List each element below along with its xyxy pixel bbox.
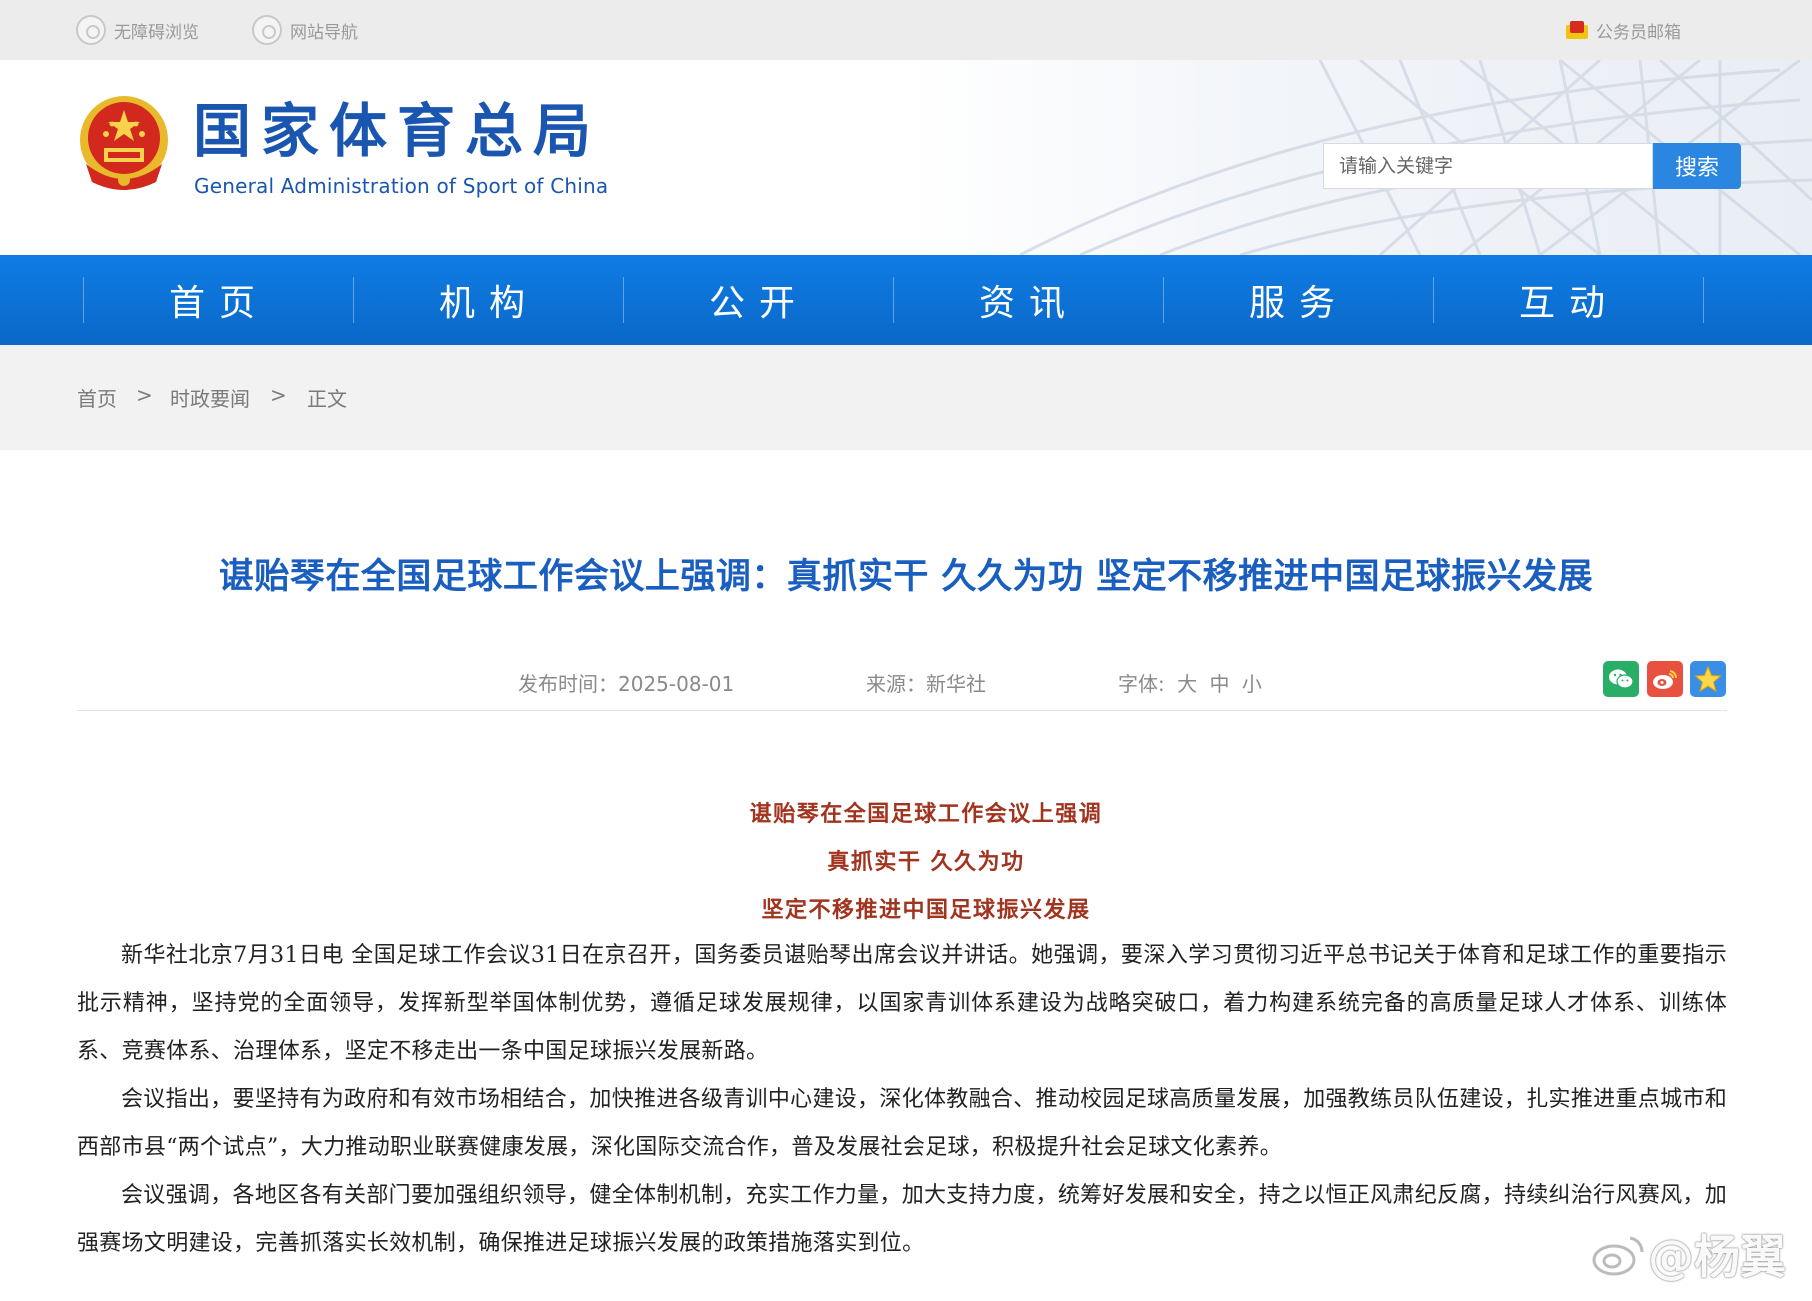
accessibility-icon (76, 15, 106, 45)
share-wechat-button[interactable] (1603, 661, 1639, 697)
share-favorite-button[interactable] (1690, 661, 1726, 697)
accessibility-link[interactable]: 无障碍浏览 (76, 15, 199, 45)
accessibility-label: 无障碍浏览 (114, 22, 199, 43)
font-size-label: 字体: (1118, 672, 1165, 696)
font-small-option[interactable]: 小 (1242, 672, 1262, 696)
article-subheading: 坚定不移推进中国足球振兴发展 (761, 897, 1091, 923)
site-subtitle-en: General Administration of Sport of China (194, 174, 609, 198)
search-button[interactable]: 搜索 (1653, 143, 1741, 189)
watermark-text: @杨翼 (1648, 1230, 1786, 1284)
font-medium-option[interactable]: 中 (1209, 672, 1229, 696)
nav-tab-home[interactable]: 首页 (84, 255, 354, 345)
article-paragraph: 会议指出，要坚持有为政府和有效市场相结合，加快推进各级青训中心建设，深化体教融合… (77, 1087, 1727, 1160)
nav-tab-organization[interactable]: 机构 (354, 255, 624, 345)
article-title: 谌贻琴在全国足球工作会议上强调：真抓实干 久久为功 坚定不移推进中国足球振兴发展 (218, 557, 1594, 597)
site-nav-link[interactable]: 网站导航 (252, 15, 358, 45)
weibo-icon (1653, 670, 1678, 689)
search-input[interactable] (1323, 143, 1653, 189)
nav-tab-interaction[interactable]: 互动 (1434, 255, 1704, 345)
main-nav-bar: 首页 机构 公开 资讯 服务 互动 (0, 255, 1812, 345)
breadcrumb: 首页 > 时政要闻 > 正文 (0, 345, 1812, 450)
national-emblem-icon (80, 96, 168, 190)
nav-tab-public-info[interactable]: 公开 (624, 255, 894, 345)
nav-tab-news[interactable]: 资讯 (894, 255, 1164, 345)
breadcrumb-separator: > (270, 383, 287, 407)
breadcrumb-section[interactable]: 时政要闻 (170, 383, 250, 412)
article-body: 新华社北京7月31日电 全国足球工作会议31日在京召开，国务委员谌贻琴出席会议并… (77, 932, 1727, 1268)
weibo-watermark-icon (1592, 1236, 1644, 1276)
site-title: 国家体育总局 (193, 97, 602, 165)
article-paragraph: 会议强调，各地区各有关部门要加强组织领导，健全体制机制，充实工作力量，加大支持力… (77, 1183, 1727, 1256)
publish-time: 发布时间：2025-08-01 (518, 672, 735, 696)
staff-mail-link[interactable]: 公务员邮箱 (1566, 15, 1681, 45)
meta-divider (77, 710, 1727, 711)
weibo-watermark: @杨翼 (1592, 1224, 1786, 1284)
font-large-option[interactable]: 大 (1177, 672, 1197, 696)
site-nav-label: 网站导航 (290, 22, 358, 43)
breadcrumb-separator: > (136, 383, 153, 407)
article-subheading: 谌贻琴在全国足球工作会议上强调 (749, 801, 1103, 827)
share-weibo-button[interactable] (1647, 661, 1683, 697)
breadcrumb-current: 正文 (307, 387, 347, 411)
nav-divider (1703, 277, 1704, 323)
breadcrumb-home[interactable]: 首页 (77, 383, 117, 412)
top-utility-bar: 无障碍浏览 网站导航 公务员邮箱 (0, 0, 1812, 60)
nav-tab-services[interactable]: 服务 (1164, 255, 1434, 345)
star-icon (1694, 665, 1722, 693)
site-nav-icon (252, 15, 282, 45)
mailbox-icon (1566, 21, 1590, 39)
font-size-control: 字体: 大 中 小 (1118, 668, 1262, 697)
staff-mail-label: 公务员邮箱 (1596, 22, 1681, 43)
article-subheading: 真抓实干 久久为功 (827, 849, 1025, 875)
article-paragraph: 新华社北京7月31日电 全国足球工作会议31日在京召开，国务委员谌贻琴出席会议并… (77, 943, 1727, 1064)
article-source: 来源：新华社 (866, 672, 986, 696)
wechat-icon (1609, 669, 1634, 689)
site-header: 国家体育总局 General Administration of Sport o… (0, 60, 1812, 255)
